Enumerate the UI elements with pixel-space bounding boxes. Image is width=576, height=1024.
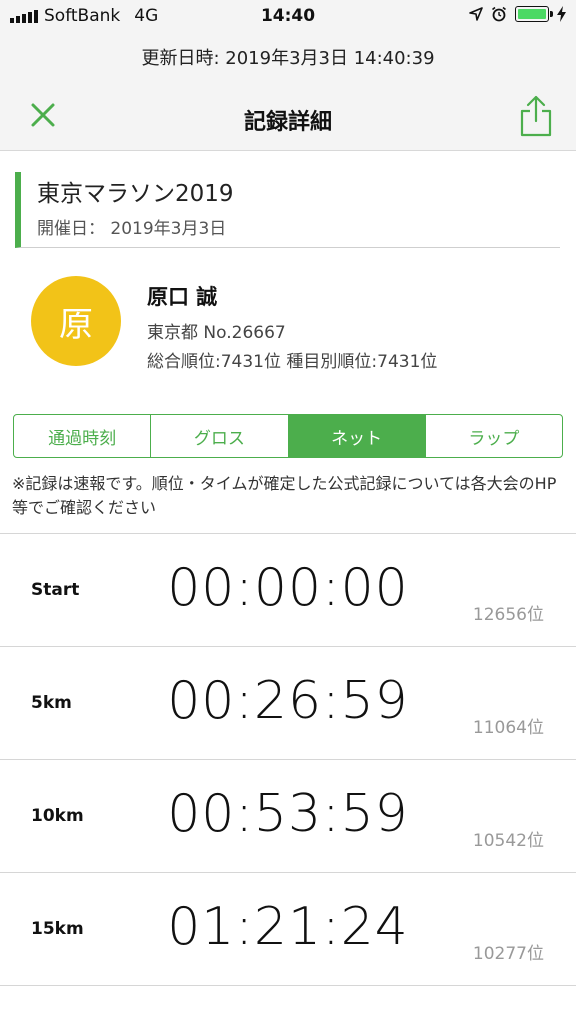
race-name: 東京マラソン2019 <box>37 181 234 207</box>
split-label: 5km <box>31 693 72 713</box>
split-row: 10km 00:53:59 10542位 <box>0 760 576 873</box>
page-title: 記録詳細 <box>243 110 332 135</box>
race-info: 東京マラソン2019 開催日： 2019年3月3日 <box>15 172 560 248</box>
notice-text: ※記録は速報です。順位・タイムが確定した公式記録については各大会のHP等でご確認… <box>12 474 557 517</box>
alarm-icon <box>492 6 506 22</box>
split-row: 5km 00:26:59 11064位 <box>0 647 576 760</box>
avatar: 原 <box>31 276 121 366</box>
split-label: Start <box>31 580 80 600</box>
tab-net[interactable]: ネット <box>288 415 426 457</box>
split-rank: 11064位 <box>472 718 544 738</box>
split-time: 00:00:00 <box>167 558 409 618</box>
record-tabs: 通過時刻 グロス ネット ラップ <box>13 414 563 458</box>
tab-gross[interactable]: グロス <box>151 415 289 457</box>
battery-icon <box>515 6 553 22</box>
runner-rank: 総合順位:7431位 種目別順位:7431位 <box>147 352 438 372</box>
split-label: 10km <box>31 806 84 826</box>
split-rank: 10277位 <box>472 944 544 964</box>
top-area: SoftBank 4G 14:40 更新日時: 2019年3月3日 14:40:… <box>0 0 576 151</box>
split-row: Start 00:00:00 12656位 <box>0 534 576 647</box>
split-time: 00:26:59 <box>167 671 409 731</box>
status-right <box>469 6 566 22</box>
share-icon[interactable] <box>518 94 554 138</box>
race-date: 開催日： 2019年3月3日 <box>37 219 227 239</box>
status-bar: SoftBank 4G 14:40 <box>0 0 576 34</box>
split-time: 01:21:24 <box>167 897 409 957</box>
tab-passing-time[interactable]: 通過時刻 <box>14 415 152 457</box>
split-list: Start 00:00:00 12656位 5km 00:26:59 11064… <box>0 533 576 986</box>
split-time: 00:53:59 <box>167 784 409 844</box>
split-row: 15km 01:21:24 10277位 <box>0 873 576 986</box>
split-label: 15km <box>31 919 84 939</box>
tab-lap[interactable]: ラップ <box>426 415 562 457</box>
runner-meta: 東京都 No.26667 <box>147 323 286 343</box>
updated-timestamp: 更新日時: 2019年3月3日 14:40:39 <box>141 48 435 69</box>
charging-icon <box>557 6 566 22</box>
runner-name: 原口 誠 <box>147 285 218 309</box>
split-rank: 12656位 <box>472 605 544 625</box>
location-icon <box>469 7 483 21</box>
split-rank: 10542位 <box>472 831 544 851</box>
